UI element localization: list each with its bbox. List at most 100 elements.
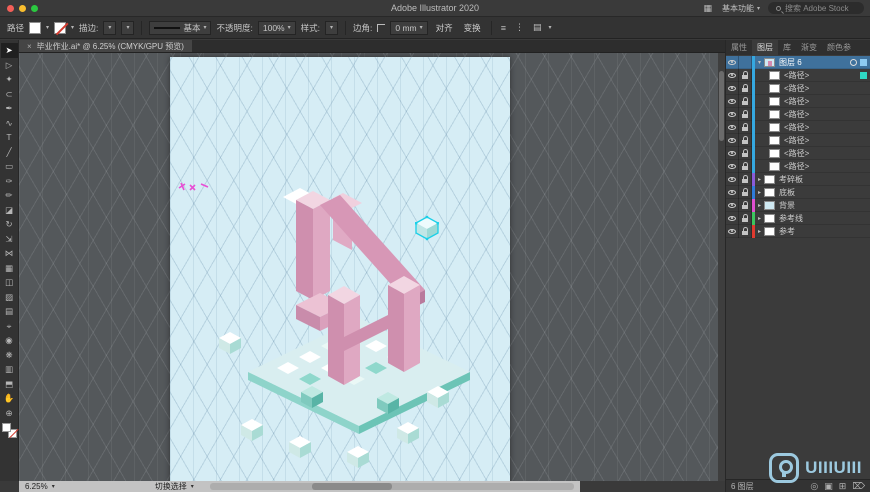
layer-row-broken-board[interactable]: ▸ 考碎板 (726, 172, 870, 186)
gradient-tool[interactable]: ▨ (1, 290, 18, 305)
expand-arrow[interactable]: ▸ (755, 176, 764, 183)
maximize-window-button[interactable] (31, 4, 38, 12)
new-layer-icon[interactable]: ⊞ (839, 481, 847, 492)
app-switcher-icon[interactable]: ▦ (701, 3, 714, 14)
expand-arrow[interactable]: ▸ (755, 189, 764, 196)
chevron-down-icon[interactable]: ▾ (52, 483, 55, 490)
layer-thumbnail[interactable] (769, 161, 780, 171)
eyedropper-tool[interactable]: ⌖ (1, 319, 18, 334)
layer-thumbnail[interactable] (769, 70, 780, 80)
layer-row-base-board[interactable]: ▸ 底板 (726, 185, 870, 199)
layer-thumbnail[interactable] (769, 96, 780, 106)
fill-stroke-wells[interactable] (1, 423, 17, 438)
chevron-down-icon[interactable]: ▾ (71, 24, 74, 31)
visibility-toggle[interactable] (726, 81, 739, 95)
chevron-down-icon[interactable]: ▾ (191, 483, 194, 490)
lock-toggle[interactable] (739, 198, 752, 212)
direct-selection-tool[interactable]: ▷ (1, 58, 18, 73)
make-mask-icon[interactable]: ▣ (824, 481, 833, 492)
visibility-toggle[interactable] (726, 107, 739, 121)
distribute-options-icon[interactable]: ⋮ (513, 22, 526, 33)
layer-row-guides[interactable]: ▸ 参考线 (726, 211, 870, 225)
brush-definition-select[interactable]: 基本 ▾ (149, 20, 212, 35)
layer-row-path[interactable]: <路径> (726, 94, 870, 108)
layer-name[interactable]: <路径> (784, 148, 870, 159)
layer-name[interactable]: 背景 (779, 200, 870, 211)
opacity-select[interactable]: 100% ▾ (257, 20, 296, 35)
style-select[interactable]: ▾ (325, 20, 339, 35)
artboard[interactable] (170, 57, 510, 481)
lock-toggle[interactable] (739, 133, 752, 147)
fill-well[interactable] (1, 423, 11, 432)
graph-tool[interactable]: ▥ (1, 362, 18, 377)
minimize-window-button[interactable] (19, 4, 26, 12)
delete-layer-icon[interactable]: ⌦ (852, 481, 865, 492)
lasso-tool[interactable]: ⊂ (1, 87, 18, 102)
visibility-toggle[interactable] (726, 211, 739, 225)
layer-thumbnail[interactable] (764, 200, 775, 210)
line-segment-tool[interactable]: ╱ (1, 145, 18, 160)
layer-thumbnail[interactable] (764, 57, 775, 67)
visibility-toggle[interactable] (726, 198, 739, 212)
document-tab[interactable]: × 毕业作业.ai* @ 6.25% (CMYK/GPU 预览) (19, 40, 192, 52)
lock-toggle[interactable] (739, 146, 752, 160)
layer-name[interactable]: 参考 (779, 226, 870, 237)
locate-object-icon[interactable]: ◎ (810, 481, 818, 492)
align-button[interactable]: 对齐 (433, 22, 456, 34)
visibility-toggle[interactable] (726, 159, 739, 173)
lock-toggle[interactable] (739, 211, 752, 225)
layer-name[interactable]: 底板 (779, 187, 870, 198)
visibility-toggle[interactable] (726, 224, 739, 238)
layer-row-path[interactable]: <路径> (726, 120, 870, 134)
rectangle-tool[interactable]: ▭ (1, 159, 18, 174)
magic-wand-tool[interactable]: ✦ (1, 72, 18, 87)
tab-gradient[interactable]: 渐变 (796, 40, 822, 55)
close-document-icon[interactable]: × (27, 42, 32, 51)
layer-row-path[interactable]: <路径> (726, 159, 870, 173)
mesh-tool[interactable]: ▤ (1, 304, 18, 319)
layer-name[interactable]: 参考线 (779, 213, 870, 224)
chevron-down-icon[interactable]: ▾ (46, 24, 49, 31)
transform-button[interactable]: 变换 (461, 22, 484, 34)
layer-name[interactable]: <路径> (784, 161, 870, 172)
layer-thumbnail[interactable] (769, 148, 780, 158)
horizontal-scrollbar-thumb[interactable] (311, 483, 392, 490)
workspace-switcher[interactable]: 基本功能 ▾ (722, 3, 760, 14)
layer-row-layer6[interactable]: ▾ 图层 6 (726, 55, 870, 69)
lock-toggle[interactable] (739, 185, 752, 199)
stroke-profile-select[interactable]: ▾ (121, 20, 135, 35)
scale-tool[interactable]: ⇲ (1, 232, 18, 247)
artboard-tool[interactable]: ⬒ (1, 377, 18, 392)
layer-name[interactable]: <路径> (784, 122, 870, 133)
layer-name[interactable]: <路径> (784, 83, 870, 94)
expand-arrow[interactable]: ▾ (755, 59, 764, 66)
stroke-weight-select[interactable]: ▾ (103, 20, 117, 35)
tab-layers[interactable]: 图层 (752, 40, 778, 55)
expand-arrow[interactable]: ▸ (755, 202, 764, 209)
layer-thumbnail[interactable] (769, 109, 780, 119)
expand-arrow[interactable]: ▸ (755, 215, 764, 222)
layer-row-path[interactable]: <路径> (726, 146, 870, 160)
layer-thumbnail[interactable] (769, 135, 780, 145)
lock-toggle[interactable] (739, 159, 752, 173)
vertical-scrollbar[interactable] (718, 53, 725, 481)
zoom-tool[interactable]: ⊕ (1, 406, 18, 421)
lock-toggle[interactable] (739, 81, 752, 95)
layer-thumbnail[interactable] (764, 213, 775, 223)
more-options-icon[interactable]: ▤ (531, 22, 544, 33)
align-options-icon[interactable]: ≡ (499, 23, 508, 33)
free-transform-tool[interactable]: ▦ (1, 261, 18, 276)
layer-row-background[interactable]: ▸ 背景 (726, 198, 870, 212)
corner-value-field[interactable]: 0 mm ▾ (390, 20, 428, 35)
layer-row-path[interactable]: <路径> (726, 107, 870, 121)
layer-thumbnail[interactable] (769, 122, 780, 132)
layer-name[interactable]: <路径> (784, 109, 870, 120)
horizontal-scrollbar[interactable] (209, 483, 574, 490)
layer-row-path[interactable]: <路径> (726, 81, 870, 95)
visibility-toggle[interactable] (726, 172, 739, 186)
lock-toggle[interactable] (739, 120, 752, 134)
pen-tool[interactable]: ✒ (1, 101, 18, 116)
lock-toggle[interactable] (739, 107, 752, 121)
layer-row-reference[interactable]: ▸ 参考 (726, 224, 870, 238)
tab-libraries[interactable]: 库 (778, 40, 796, 55)
